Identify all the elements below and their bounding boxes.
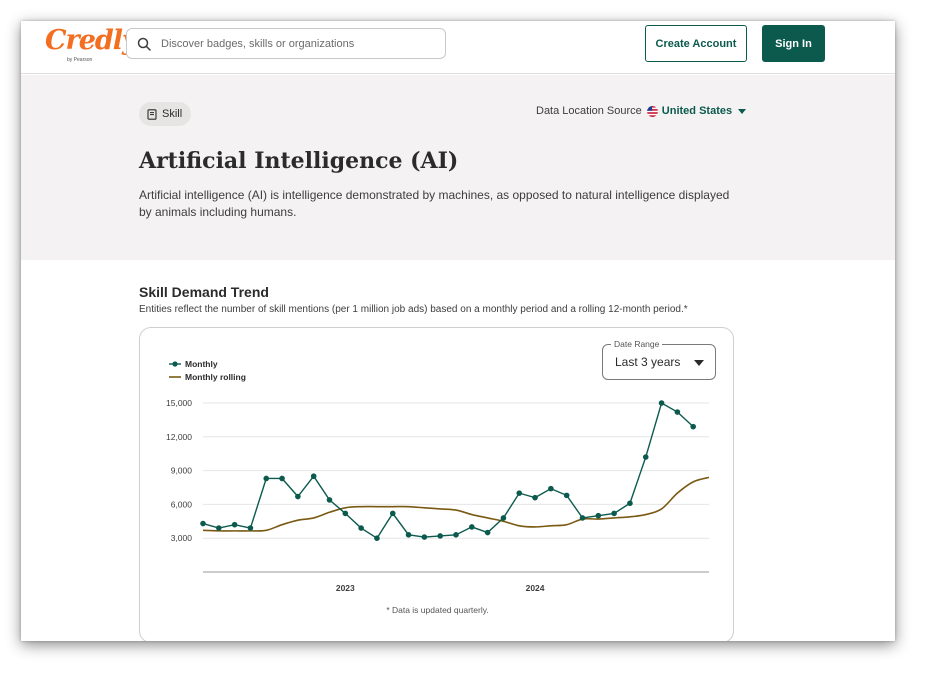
data-point-monthly [690,423,696,430]
data-point-monthly [516,490,523,496]
data-point-monthly [200,520,206,527]
data-point-monthly [563,492,570,499]
book-icon [147,108,157,120]
data-point-monthly [658,400,665,406]
data-point-monthly [469,524,475,530]
data-point-monthly [627,500,633,507]
skill-description: Artificial intelligence (AI) is intellig… [139,188,730,219]
legend-rolling-swatch [169,375,181,378]
legend-rolling-label: Monthly rolling [185,371,246,382]
caret-down-icon [694,360,704,366]
credly-logo[interactable]: Credly by Pearson [45,25,138,65]
data-location-label: Data Location Source [536,105,642,117]
chart-legend: Monthly Monthly rolling [169,357,246,383]
skill-badge-label: Skill [162,108,183,120]
legend-monthly[interactable]: Monthly [169,357,246,370]
date-range-label: Date Range [611,339,663,349]
create-account-button[interactable]: Create Account [645,25,747,62]
data-point-monthly [595,512,602,519]
legend-monthly-swatch [169,360,181,367]
data-location-source: Data Location Source United States [536,105,747,117]
y-tick-label: 6,000 [171,499,193,509]
data-point-monthly [389,510,396,517]
search-box[interactable] [126,28,446,59]
legend-monthly-label: Monthly [185,358,218,369]
top-navigation: Credly by Pearson Create Account Sign In [21,21,895,74]
search-input[interactable] [161,34,436,54]
trend-title: Skill Demand Trend [139,284,269,300]
data-point-monthly [405,532,412,538]
trend-chart-card: 3,000 6,000 9,000 12,000 15,000 2023 2024 Mont… [139,327,734,641]
data-point-monthly [326,497,333,503]
data-point-monthly [295,493,301,500]
us-flag-icon [646,105,658,117]
data-point-monthly [484,529,491,536]
data-point-monthly [611,510,617,517]
data-point-monthly [674,409,681,415]
sign-in-button[interactable]: Sign In [762,25,825,62]
data-point-monthly [437,533,443,539]
y-tick-label: 15,000 [166,398,192,408]
data-point-monthly [579,515,586,521]
skill-hero: Skill Data Location Source United States [21,75,895,260]
data-location-dropdown[interactable]: United States [646,105,747,117]
data-point-monthly [247,525,254,531]
date-range-select[interactable]: Date Range Last 3 years [602,339,716,380]
date-range-value: Last 3 years [615,355,681,369]
trend-subtitle: Entities reflect the number of skill men… [139,304,688,315]
data-point-monthly [231,521,238,528]
data-point-monthly [453,532,459,538]
data-point-monthly [642,454,649,460]
data-point-monthly [548,485,554,492]
data-point-monthly [279,475,285,482]
y-tick-label: 9,000 [171,466,193,476]
data-point-monthly [374,535,380,541]
data-location-value: United States [661,105,733,117]
y-tick-label: 12,000 [166,432,192,442]
data-point-monthly [500,515,507,521]
legend-rolling[interactable]: Monthly rolling [169,370,246,383]
data-point-monthly [263,475,270,482]
data-point-monthly [421,534,428,540]
data-point-monthly [216,525,222,531]
data-point-monthly [532,494,538,501]
caret-down-icon [738,108,747,114]
browser-frame: Credly by Pearson Create Account Sign In… [21,21,895,641]
x-tick-label: 2023 [336,583,355,593]
logo-text: Credly [45,25,138,56]
chart-footnote: * Data is updated quarterly. [386,605,489,615]
search-icon [137,37,151,51]
data-point-monthly [310,473,317,480]
data-point-monthly [342,510,349,517]
skill-badge: Skill [139,102,192,126]
x-tick-label: 2024 [526,583,545,593]
data-point-monthly [358,525,364,531]
page-title: Artificial Intelligence (AI) [139,148,459,174]
logo-subtext: by Pearson [67,57,93,63]
y-tick-label: 3,000 [171,533,193,543]
